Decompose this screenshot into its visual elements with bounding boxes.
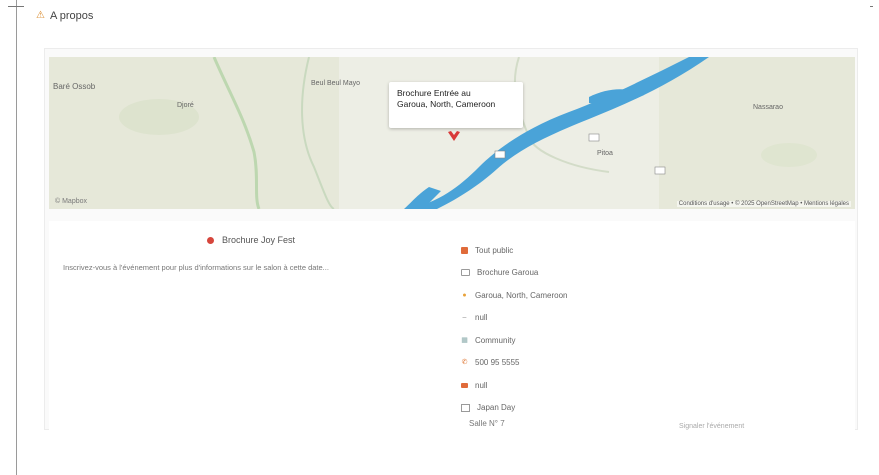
event-card: Baré Ossob Djoré Beul Beul Mayo Nassarao… (44, 48, 858, 431)
info-text: Japan Day (477, 403, 516, 413)
popup-line: Garoua, North, Cameroon (397, 99, 496, 109)
about-link[interactable]: ⚠ A propos (36, 10, 93, 22)
map-label: Beul Beul Mayo (311, 80, 360, 87)
map-label: Djoré (177, 102, 194, 109)
info-list: Tout public Brochure Garoua ● Garoua, No… (461, 239, 681, 419)
square-icon (461, 246, 468, 254)
road-shield (654, 166, 666, 175)
calendar-icon (461, 269, 470, 277)
document-icon (461, 403, 470, 412)
info-text: 500 95 5555 (475, 358, 520, 368)
info-text: Community (475, 335, 516, 345)
map-label: Nassarao (753, 104, 783, 111)
info-row-audience: Tout public (461, 239, 681, 262)
dash-icon: – (462, 314, 467, 322)
left-divider (16, 0, 17, 475)
info-text: Garoua, North, Cameroon (475, 290, 568, 300)
map-label: Pitoa (597, 150, 613, 157)
map-popup: Brochure Entrée au Garoua, North, Camero… (389, 82, 523, 128)
map-label: Baré Ossob (53, 82, 96, 91)
info-row-organizer: ▦ Community (461, 329, 681, 352)
info-row-phone[interactable]: ✆ 500 95 5555 (461, 352, 681, 375)
info-row-name: Brochure Garoua (461, 262, 681, 285)
info-text: null (475, 380, 488, 390)
event-name-text: Brochure Joy Fest (222, 235, 296, 245)
info-text: Brochure Garoua (477, 268, 539, 278)
crop-mark (8, 6, 24, 7)
venue-text: Salle N° 7 (469, 419, 505, 428)
report-link[interactable]: Signaler l'événement (679, 423, 744, 430)
crop-mark (870, 6, 873, 7)
event-description: Inscrivez-vous à l'événement pour plus d… (63, 263, 329, 272)
status-dot-icon (207, 236, 214, 244)
map-attribution[interactable]: Conditions d'usage • © 2025 OpenStreetMa… (676, 201, 851, 207)
page: ⚠ A propos Baré Ossob Djoré Beul Beul Ma… (0, 0, 879, 475)
map-marker-icon[interactable] (447, 129, 461, 143)
info-text: Tout public (475, 245, 514, 255)
urban-area (339, 57, 659, 209)
location-pin-icon: ● (462, 291, 467, 299)
grid-icon: ▦ (461, 336, 468, 344)
info-text: null (475, 313, 488, 323)
info-row-location[interactable]: ● Garoua, North, Cameroon (461, 284, 681, 307)
info-row-category: Japan Day (461, 397, 681, 420)
about-label: A propos (49, 10, 94, 22)
popup-line: Brochure Entrée au (397, 88, 471, 98)
map-logo[interactable]: © Mapbox (55, 198, 87, 205)
event-details: Brochure Joy Fest Inscrivez-vous à l'évé… (49, 221, 855, 431)
road-shield (494, 150, 506, 159)
info-row-price: – null (461, 307, 681, 330)
map[interactable]: Baré Ossob Djoré Beul Beul Mayo Nassarao… (49, 57, 855, 209)
event-title: Brochure Joy Fest (207, 235, 295, 245)
mail-icon (461, 382, 468, 388)
road-shield (588, 133, 600, 142)
warning-icon: ⚠ (36, 10, 45, 21)
phone-icon: ✆ (461, 359, 468, 367)
terrain (761, 143, 817, 167)
info-row-email[interactable]: null (461, 374, 681, 397)
